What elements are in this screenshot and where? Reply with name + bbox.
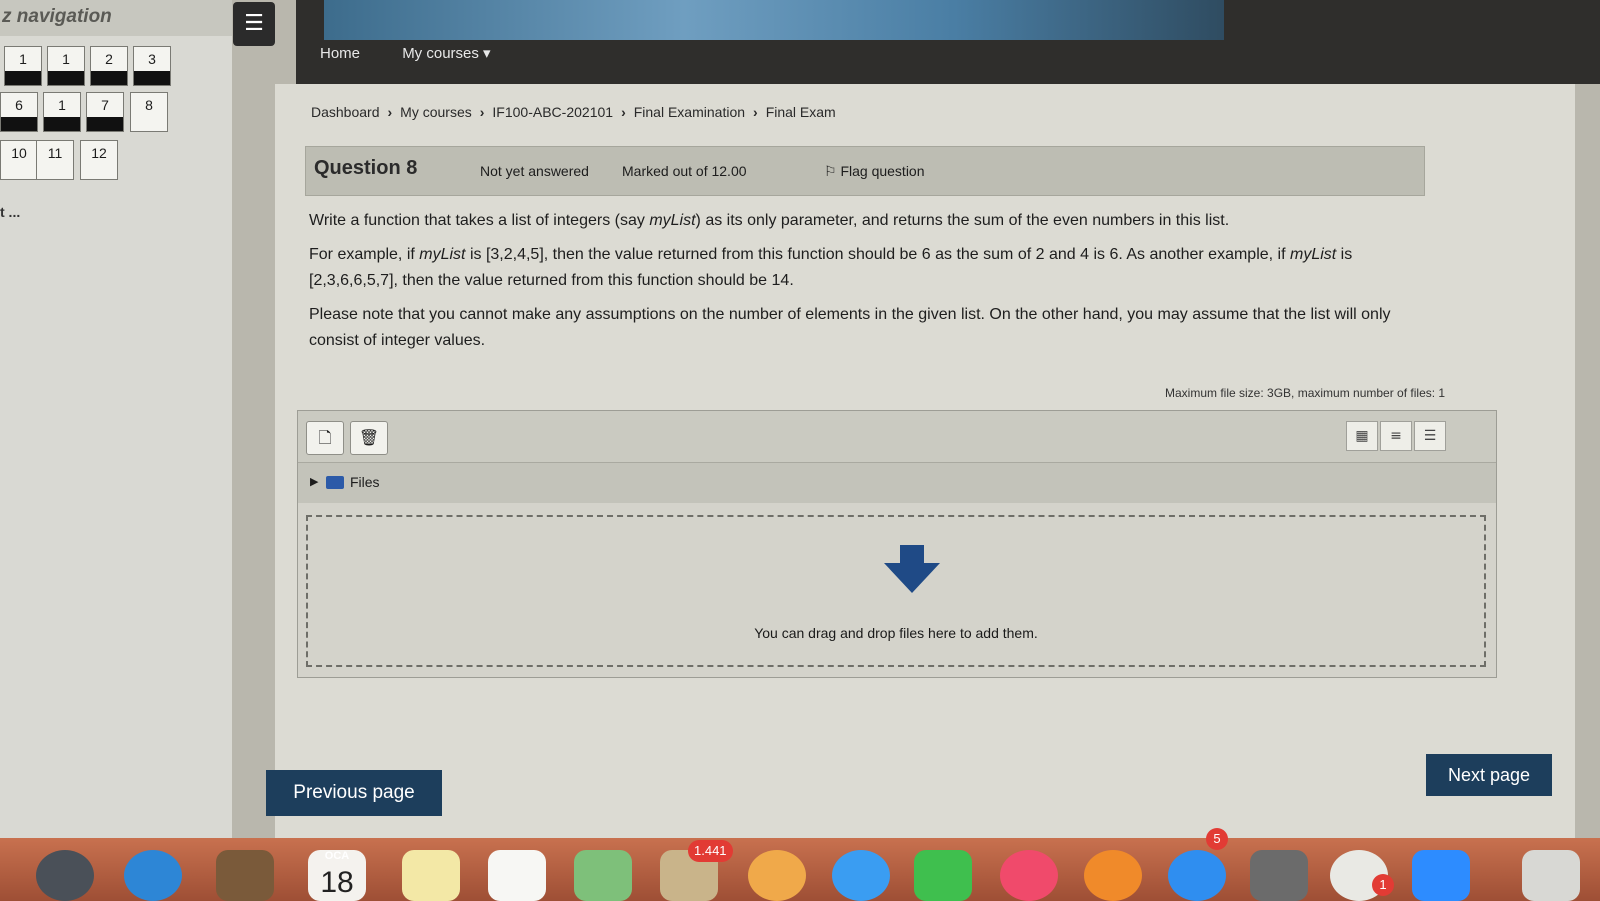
question-paragraph: Please note that you cannot make any ass… <box>309 306 1391 349</box>
top-navbar: Home My courses ▾ <box>296 0 1600 84</box>
question-title: Question 8 <box>314 157 418 179</box>
reminders-icon[interactable] <box>488 850 546 901</box>
download-arrow-icon <box>884 545 940 593</box>
quiz-question-button[interactable]: 12 <box>80 140 118 180</box>
breadcrumb-dashboard[interactable]: Dashboard <box>311 104 380 120</box>
launchpad-icon[interactable] <box>36 850 94 901</box>
chrome-badge: 1 <box>1372 874 1394 896</box>
breadcrumb-section[interactable]: Final Examination <box>634 104 745 120</box>
file-manager-toolbar: 🗋 🗑 ▦ ≡ ☰ <box>298 411 1496 463</box>
next-page-button[interactable]: Next page <box>1426 754 1552 796</box>
flag-question-button[interactable]: ⚐ Flag question <box>824 163 925 180</box>
notes-icon[interactable] <box>402 850 460 901</box>
chevron-right-icon: › <box>621 104 626 120</box>
add-file-icon: 🗋 <box>318 428 332 447</box>
mail-badge: 1.441 <box>688 840 733 862</box>
quiz-question-button[interactable]: 1 <box>43 92 81 132</box>
safari-icon[interactable] <box>124 850 182 901</box>
quiz-question-button[interactable]: 2 <box>90 46 128 86</box>
question-paragraph: Write a function that takes a list of in… <box>309 212 1230 229</box>
nav-my-courses-menu[interactable]: My courses ▾ <box>402 45 490 62</box>
breadcrumb: Dashboard › My courses › IF100-ABC-202101 › Fi… <box>311 104 836 120</box>
system-preferences-icon[interactable] <box>1250 850 1308 901</box>
quiz-question-button[interactable]: 7 <box>86 92 124 132</box>
calendar-month: OCA <box>324 850 350 862</box>
drawer-toggle-button[interactable]: ☰ <box>233 2 275 46</box>
facetime-icon[interactable] <box>914 850 972 901</box>
tree-icon: ☰ <box>1423 428 1437 444</box>
quiz-question-button[interactable]: 3 <box>133 46 171 86</box>
breadcrumb-current[interactable]: Final Exam <box>766 104 836 120</box>
chevron-right-icon: › <box>479 104 485 120</box>
flag-icon: ⚐ <box>824 163 841 179</box>
expand-triangle-icon[interactable]: ▶ <box>310 475 318 488</box>
add-file-button[interactable]: 🗋 <box>306 421 344 455</box>
messages-icon[interactable] <box>832 850 890 901</box>
quiz-question-button[interactable]: 11 <box>36 140 74 180</box>
dropzone-message: You can drag and drop files here to add … <box>754 625 1038 641</box>
files-folder-label[interactable]: Files <box>350 474 380 490</box>
quiz-question-button-current[interactable]: 8 <box>130 92 168 132</box>
question-info-bar: Question 8 Not yet answered Marked out o… <box>305 146 1425 196</box>
question-state: Not yet answered <box>480 163 589 179</box>
app-store-icon[interactable] <box>1168 850 1226 901</box>
file-manager: 🗋 🗑 ▦ ≡ ☰ ▶ Files You can drag and drop … <box>297 410 1497 678</box>
breadcrumb-course[interactable]: IF100-ABC-202101 <box>492 104 613 120</box>
trash-bin-icon[interactable] <box>1522 850 1580 901</box>
zoom-icon[interactable] <box>1412 850 1470 901</box>
quiz-question-button[interactable]: 10 <box>0 140 38 180</box>
trash-icon: 🗑 <box>358 428 380 447</box>
breadcrumb-my-courses[interactable]: My courses <box>400 104 472 120</box>
quiz-question-button[interactable]: 6 <box>0 92 38 132</box>
question-text: Write a function that takes a list of in… <box>309 208 1439 362</box>
grid-icon: ▦ <box>1355 428 1369 444</box>
chevron-right-icon: › <box>387 104 393 120</box>
view-tree-button[interactable]: ☰ <box>1414 421 1446 451</box>
question-paragraph: For example, if myList is [3,2,4,5], the… <box>309 246 1353 289</box>
calendar-day: 18 <box>320 866 354 899</box>
contacts-icon[interactable] <box>216 850 274 901</box>
books-icon[interactable] <box>1084 850 1142 901</box>
file-dropzone[interactable]: You can drag and drop files here to add … <box>306 515 1486 667</box>
main-content: Dashboard › My courses › IF100-ABC-202101 › Fi… <box>275 84 1575 854</box>
hamburger-icon: ☰ <box>244 11 264 36</box>
header-banner <box>324 0 1224 40</box>
delete-file-button[interactable]: 🗑 <box>350 421 388 455</box>
view-list-button[interactable]: ≡ <box>1380 421 1412 451</box>
list-icon: ≡ <box>1390 428 1402 444</box>
chevron-right-icon: › <box>753 104 758 120</box>
quiz-navigation-panel: z navigation 1 1 2 3 6 1 7 8 10 11 12 t … <box>0 0 232 850</box>
music-icon[interactable] <box>1000 850 1058 901</box>
folder-icon <box>326 476 344 489</box>
view-icons-button[interactable]: ▦ <box>1346 421 1378 451</box>
app-store-badge: 5 <box>1206 828 1228 850</box>
quiz-navigation-title: z navigation <box>0 0 232 36</box>
maps-icon[interactable] <box>574 850 632 901</box>
file-manager-path: ▶ Files <box>298 463 1496 503</box>
file-limits-text: Maximum file size: 3GB, maximum number o… <box>1165 386 1446 400</box>
nav-home-link[interactable]: Home <box>320 45 360 62</box>
quiz-question-button[interactable]: 1 <box>4 46 42 86</box>
finish-attempt-link[interactable]: t ... <box>0 204 20 220</box>
question-marks: Marked out of 12.00 <box>622 163 747 179</box>
previous-page-button[interactable]: Previous page <box>266 770 442 816</box>
photos-icon[interactable] <box>748 850 806 901</box>
quiz-question-button[interactable]: 1 <box>47 46 85 86</box>
